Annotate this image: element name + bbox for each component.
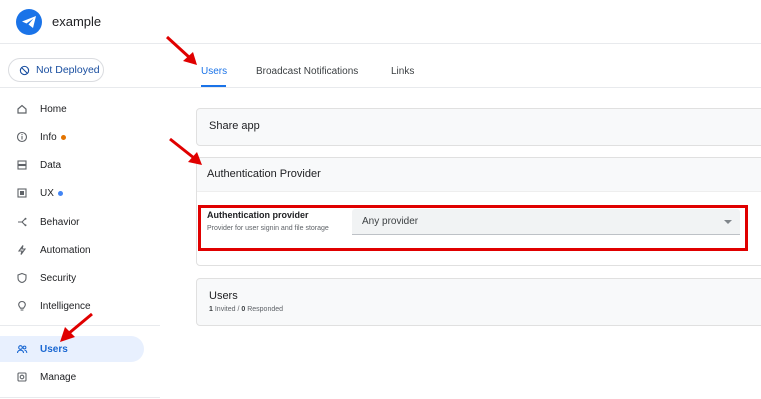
security-icon xyxy=(17,272,27,284)
data-icon xyxy=(17,160,27,170)
card-title: Authentication Provider xyxy=(207,168,321,180)
users-responded-label: Responded xyxy=(247,306,284,313)
notification-dot xyxy=(57,190,63,196)
notification-dot xyxy=(60,134,66,140)
behavior-icon xyxy=(18,217,27,227)
users-icon xyxy=(16,345,28,354)
app-logo-icon[interactable] xyxy=(16,9,42,35)
home-icon xyxy=(17,104,27,114)
sidebar-item-label: Users xyxy=(40,343,68,355)
users-invited-count: 1 xyxy=(209,306,213,313)
users-invited-label: Invited xyxy=(214,306,236,313)
manage-icon xyxy=(17,372,27,382)
tab-links[interactable]: Links xyxy=(391,66,414,77)
users-stats: 1 Invited / 0 Responded xyxy=(209,306,283,313)
users-stats-separator: / xyxy=(237,306,240,313)
tab-broadcast-notifications[interactable]: Broadcast Notifications xyxy=(256,66,358,77)
sidebar-item-label: Manage xyxy=(40,371,77,383)
sidebar-item-home[interactable]: Home xyxy=(0,96,144,122)
sidebar-item-label: Info xyxy=(40,131,57,143)
top-bar: example xyxy=(0,0,761,44)
sidebar-item-info[interactable]: Info xyxy=(0,124,144,150)
annotation-arrow-icon xyxy=(169,137,202,165)
auth-provider-header[interactable]: Authentication Provider xyxy=(197,158,761,192)
deploy-status-label: Not Deployed xyxy=(36,64,100,76)
automation-icon xyxy=(17,245,27,255)
lightbulb-icon xyxy=(18,300,26,311)
tab-bar: Users Broadcast Notifications Links xyxy=(160,44,761,88)
sidebar-item-manage[interactable]: Manage xyxy=(0,364,144,390)
sidebar-item-data[interactable]: Data xyxy=(0,152,144,178)
sidebar-item-label: Behavior xyxy=(40,216,80,228)
annotation-highlight-box xyxy=(198,205,748,251)
sidebar-item-ux[interactable]: UX xyxy=(0,180,144,206)
sidebar-item-label: Automation xyxy=(40,244,91,256)
sidebar-item-label: Security xyxy=(40,272,77,284)
sidebar-item-label: UX xyxy=(40,187,54,199)
info-icon xyxy=(16,131,28,143)
not-deployed-icon xyxy=(19,65,30,75)
sidebar: Not Deployed Home Info Data UX Behavior … xyxy=(0,44,160,399)
app-root: example Not Deployed Home Info Data UX B… xyxy=(0,0,761,399)
annotation-arrow-icon xyxy=(165,35,197,65)
users-card[interactable]: Users 1 Invited / 0 Responded xyxy=(196,278,761,326)
app-name: example xyxy=(52,14,102,29)
sidebar-item-automation[interactable]: Automation xyxy=(0,237,144,263)
deploy-status-chip[interactable]: Not Deployed xyxy=(8,58,104,82)
sidebar-item-label: Intelligence xyxy=(40,300,91,312)
sidebar-divider xyxy=(0,87,160,88)
sidebar-item-behavior[interactable]: Behavior xyxy=(0,209,144,235)
active-tab-indicator xyxy=(201,85,226,87)
users-responded-count: 0 xyxy=(241,306,246,313)
tab-users[interactable]: Users xyxy=(201,66,227,77)
sidebar-item-security[interactable]: Security xyxy=(0,265,144,291)
sidebar-item-label: Data xyxy=(40,159,62,171)
sidebar-divider xyxy=(0,397,160,398)
sidebar-item-label: Home xyxy=(40,103,67,115)
card-title: Share app xyxy=(209,120,260,132)
card-title: Users xyxy=(209,290,238,302)
annotation-arrow-icon xyxy=(60,312,93,342)
share-app-card[interactable]: Share app xyxy=(196,108,761,146)
ux-icon xyxy=(17,188,27,198)
